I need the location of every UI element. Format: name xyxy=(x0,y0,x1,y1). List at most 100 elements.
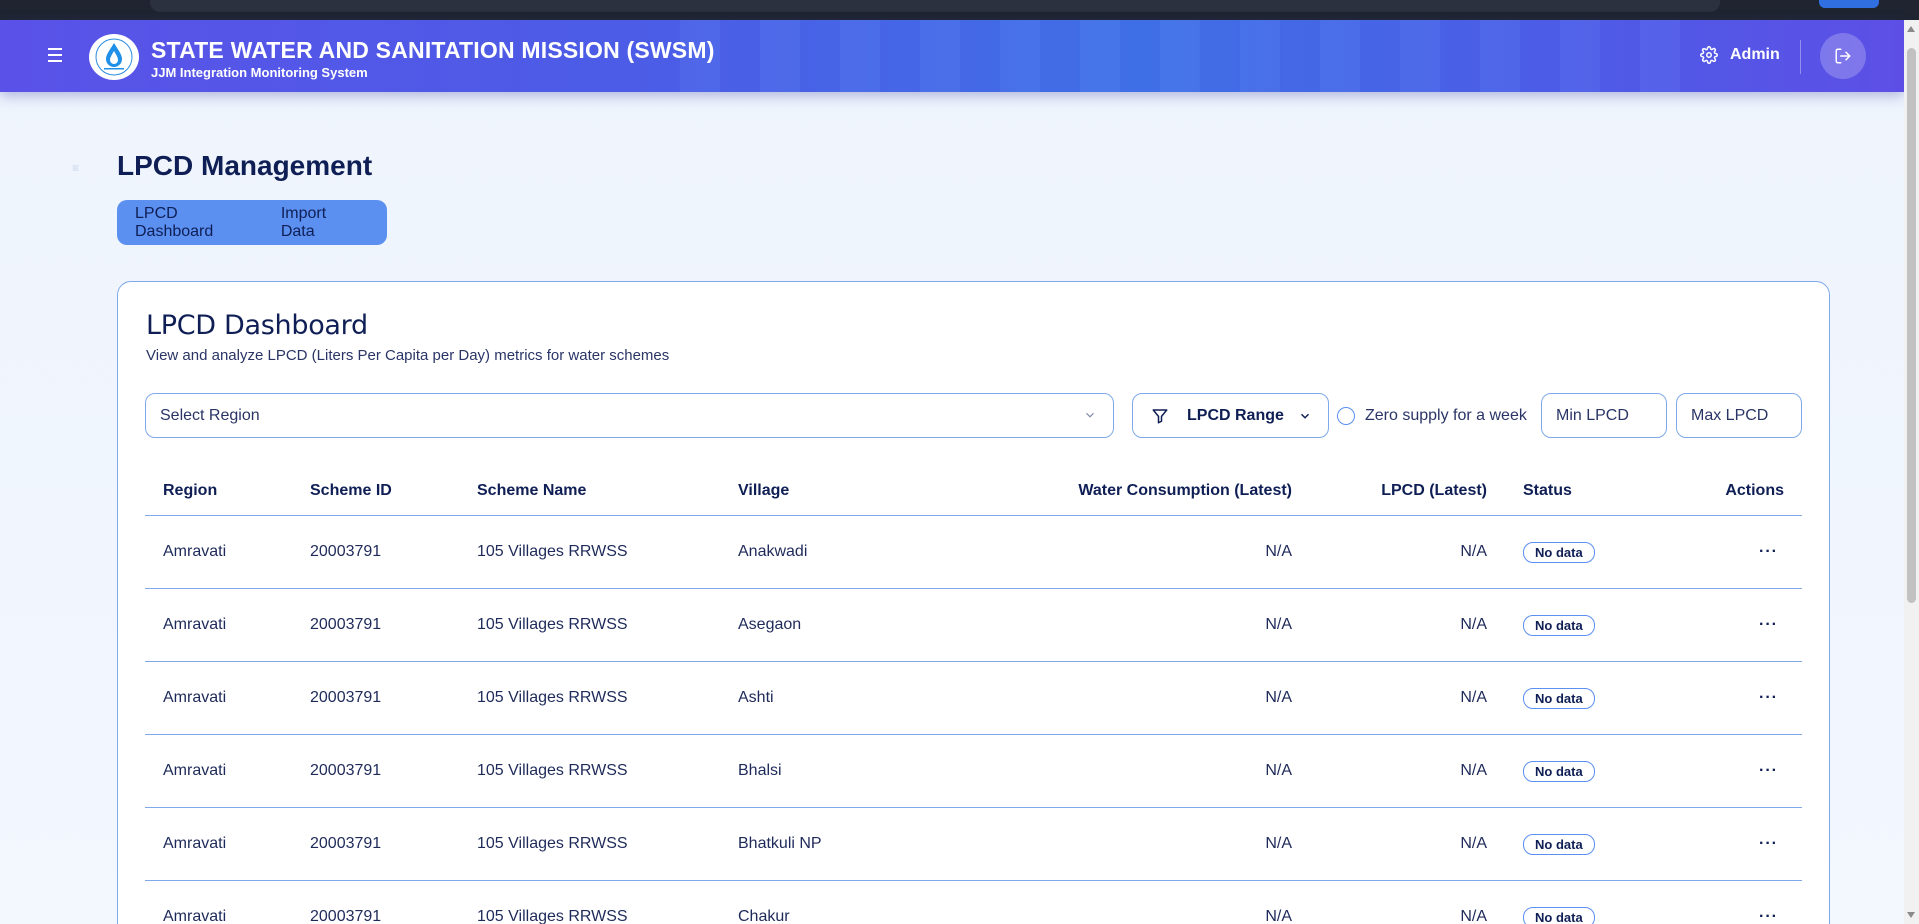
more-actions-icon[interactable]: ··· xyxy=(1759,835,1778,852)
cell-region: Amravati xyxy=(163,762,227,779)
radio-circle-icon[interactable] xyxy=(1337,406,1355,425)
table-row[interactable]: Amravati 20003791 105 Villages RRWSS Ash… xyxy=(145,662,1802,735)
col-header-scheme-name[interactable]: Scheme Name xyxy=(477,482,586,500)
cell-lpcd: N/A xyxy=(1460,908,1487,924)
table-row[interactable]: Amravati 20003791 105 Villages RRWSS Bha… xyxy=(145,735,1802,808)
filter-icon xyxy=(1152,408,1168,423)
cell-village: Bhalsi xyxy=(738,762,782,779)
cell-village: Bhatkuli NP xyxy=(738,835,822,852)
col-header-status[interactable]: Status xyxy=(1523,482,1572,500)
cell-scheme-name: 105 Villages RRWSS xyxy=(477,543,628,560)
col-header-lpcd[interactable]: LPCD (Latest) xyxy=(1381,482,1487,500)
cell-region: Amravati xyxy=(163,689,227,706)
cell-lpcd: N/A xyxy=(1460,543,1487,560)
tab-import-data[interactable]: Import Data xyxy=(281,205,360,241)
logout-button[interactable] xyxy=(1820,33,1866,79)
table-row[interactable]: Amravati 20003791 105 Villages RRWSS Ana… xyxy=(145,516,1802,589)
cell-village: Asegaon xyxy=(738,616,802,633)
status-badge: No data xyxy=(1523,614,1595,636)
browser-chrome xyxy=(0,0,1919,20)
col-header-water-consumption[interactable]: Water Consumption (Latest) xyxy=(1078,482,1292,500)
more-actions-icon[interactable]: ··· xyxy=(1759,543,1778,560)
status-badge: No data xyxy=(1523,906,1595,924)
address-bar xyxy=(150,0,1720,12)
cell-water-consumption: N/A xyxy=(1265,835,1292,852)
page-tabs: LPCD Dashboard Import Data xyxy=(117,200,387,245)
cell-scheme-id: 20003791 xyxy=(310,689,382,706)
header-divider xyxy=(1800,40,1801,74)
cell-village: Anakwadi xyxy=(738,543,808,560)
col-header-village[interactable]: Village xyxy=(738,482,789,500)
lpcd-range-label: LPCD Range xyxy=(1187,406,1284,424)
status-badge: No data xyxy=(1523,687,1595,709)
card-description: View and analyze LPCD (Liters Per Capita… xyxy=(146,347,670,364)
cell-water-consumption: N/A xyxy=(1265,543,1292,560)
cell-scheme-id: 20003791 xyxy=(310,543,382,560)
cell-lpcd: N/A xyxy=(1460,762,1487,779)
cell-scheme-name: 105 Villages RRWSS xyxy=(477,762,628,779)
cell-scheme-id: 20003791 xyxy=(310,908,382,924)
chevron-down-icon xyxy=(1300,413,1309,419)
chevron-down-icon xyxy=(1086,412,1094,418)
cell-scheme-name: 105 Villages RRWSS xyxy=(477,835,628,852)
page-scrollbar[interactable] xyxy=(1904,20,1919,924)
scrollbar-thumb[interactable] xyxy=(1907,48,1916,603)
zero-supply-label: Zero supply for a week xyxy=(1365,406,1527,424)
more-actions-icon[interactable]: ··· xyxy=(1759,762,1778,779)
lpcd-table: Region Scheme ID Scheme Name Village Wat… xyxy=(145,467,1802,924)
zero-supply-radio[interactable]: Zero supply for a week xyxy=(1337,393,1527,438)
cell-village: Ashti xyxy=(738,689,774,706)
col-header-scheme-id[interactable]: Scheme ID xyxy=(310,482,392,500)
browser-action-button[interactable] xyxy=(1819,0,1879,8)
cell-water-consumption: N/A xyxy=(1265,616,1292,633)
logout-icon xyxy=(1835,48,1851,64)
max-lpcd-input[interactable] xyxy=(1676,393,1802,438)
more-actions-icon[interactable]: ··· xyxy=(1759,689,1778,706)
lpcd-range-button[interactable]: LPCD Range xyxy=(1132,393,1329,438)
card-title: LPCD Dashboard xyxy=(146,310,368,341)
swsm-logo xyxy=(89,34,139,80)
app-subtitle: JJM Integration Monitoring System xyxy=(151,65,368,80)
status-badge: No data xyxy=(1523,541,1595,563)
cell-region: Amravati xyxy=(163,543,227,560)
min-lpcd-input[interactable] xyxy=(1541,393,1667,438)
region-select[interactable]: Select Region xyxy=(145,393,1114,438)
cell-region: Amravati xyxy=(163,616,227,633)
cell-lpcd: N/A xyxy=(1460,835,1487,852)
status-badge: No data xyxy=(1523,760,1595,782)
cell-water-consumption: N/A xyxy=(1265,762,1292,779)
app-header: STATE WATER AND SANITATION MISSION (SWSM… xyxy=(0,20,1904,92)
cell-scheme-name: 105 Villages RRWSS xyxy=(477,616,628,633)
sidebar-handle-icon[interactable]: ≡ xyxy=(72,161,82,175)
cell-lpcd: N/A xyxy=(1460,689,1487,706)
status-badge: No data xyxy=(1523,833,1595,855)
cell-scheme-name: 105 Villages RRWSS xyxy=(477,908,628,924)
table-header-row: Region Scheme ID Scheme Name Village Wat… xyxy=(145,467,1802,516)
scroll-up-arrow-icon[interactable] xyxy=(1907,26,1915,32)
table-row[interactable]: Amravati 20003791 105 Villages RRWSS Bha… xyxy=(145,808,1802,881)
page-title: LPCD Management xyxy=(117,150,373,181)
cell-village: Chakur xyxy=(738,908,790,924)
cell-scheme-id: 20003791 xyxy=(310,835,382,852)
table-row[interactable]: Amravati 20003791 105 Villages RRWSS Ase… xyxy=(145,589,1802,662)
tab-lpcd-dashboard[interactable]: LPCD Dashboard xyxy=(135,205,254,241)
cell-scheme-name: 105 Villages RRWSS xyxy=(477,689,628,706)
lpcd-dashboard-card: LPCD Dashboard View and analyze LPCD (Li… xyxy=(117,281,1830,924)
admin-label: Admin xyxy=(1730,46,1780,63)
admin-settings-button[interactable]: Admin xyxy=(1700,46,1780,64)
cell-scheme-id: 20003791 xyxy=(310,762,382,779)
scroll-down-arrow-icon[interactable] xyxy=(1907,912,1915,918)
cell-lpcd: N/A xyxy=(1460,616,1487,633)
header-background-texture xyxy=(640,20,1690,92)
table-row[interactable]: Amravati 20003791 105 Villages RRWSS Cha… xyxy=(145,881,1802,924)
cell-water-consumption: N/A xyxy=(1265,689,1292,706)
app-title: STATE WATER AND SANITATION MISSION (SWSM… xyxy=(151,37,715,63)
more-actions-icon[interactable]: ··· xyxy=(1759,616,1778,633)
hamburger-menu-icon[interactable] xyxy=(48,48,68,64)
gear-icon xyxy=(1700,46,1718,64)
more-actions-icon[interactable]: ··· xyxy=(1759,908,1778,924)
cell-region: Amravati xyxy=(163,908,227,924)
region-select-placeholder: Select Region xyxy=(160,406,260,424)
col-header-region[interactable]: Region xyxy=(163,482,217,500)
cell-region: Amravati xyxy=(163,835,227,852)
